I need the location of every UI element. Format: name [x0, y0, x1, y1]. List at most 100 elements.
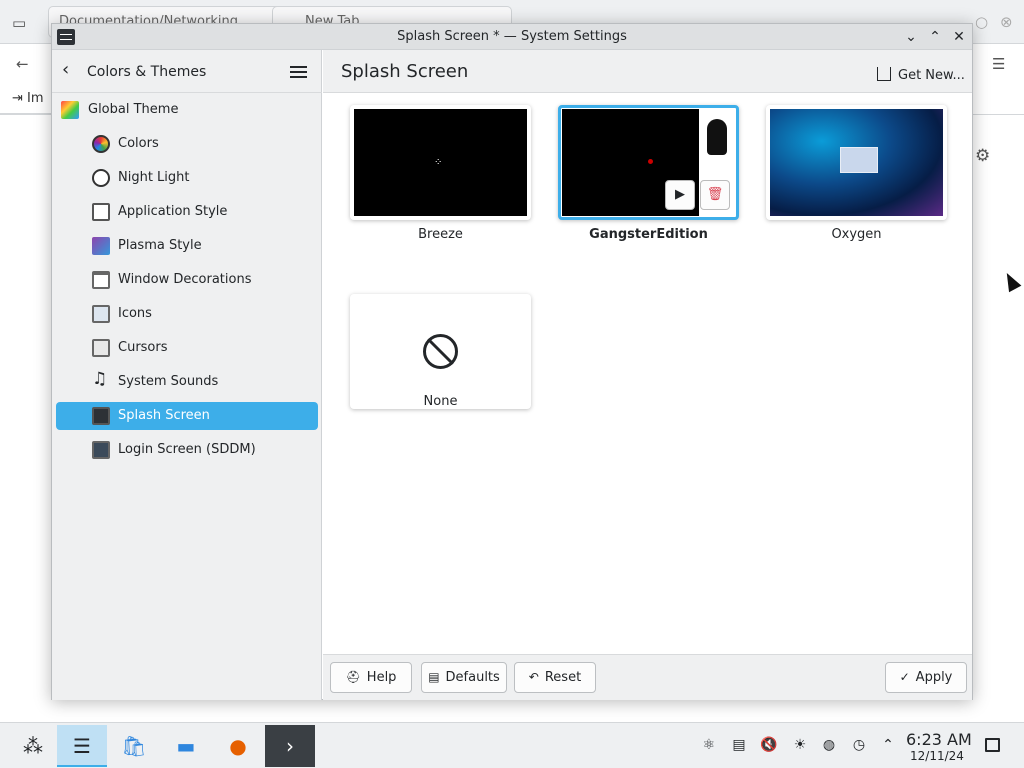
system-settings-icon: ☰	[73, 734, 91, 758]
reset-label: Reset	[544, 670, 582, 685]
hamburger-menu-icon[interactable]	[290, 66, 307, 78]
help-icon: ⛑	[345, 670, 361, 684]
theme-card-none[interactable]	[350, 294, 531, 409]
discover-task[interactable]: 🛍	[109, 725, 159, 767]
gear-icon[interactable]: ⚙	[975, 146, 990, 166]
show-hidden-icons-icon[interactable]: ⌃	[879, 736, 897, 754]
reset-button[interactable]: ↶ Reset	[514, 662, 596, 693]
page-header: Splash Screen Get New...	[323, 50, 972, 93]
minimize-icon[interactable]: ○	[975, 13, 988, 31]
sidebar-item-label: Cursors	[118, 340, 168, 355]
application-style-icon	[92, 203, 110, 221]
network-manager-icon[interactable]: ⚛	[700, 736, 718, 754]
apply-label: Apply	[915, 670, 953, 685]
night-light-icon	[92, 169, 110, 187]
get-new-button[interactable]: Get New...	[873, 63, 969, 85]
clipboard-icon[interactable]: ▤	[730, 736, 748, 754]
cursors-icon	[92, 339, 110, 357]
button-bar: ⛑ Help ▤ Defaults ↶ Reset ✓ Apply	[323, 654, 972, 700]
theme-card-oxygen[interactable]	[766, 105, 947, 220]
sidebar-item-night-light[interactable]: Night Light	[56, 164, 318, 192]
sidebar-item-login-screen[interactable]: Login Screen (SDDM)	[56, 436, 318, 464]
theme-name: None	[423, 394, 458, 409]
checkmark-icon: ✓	[899, 670, 910, 684]
theme-preview	[770, 109, 943, 216]
application-launcher-icon[interactable]: ⁂	[8, 725, 58, 767]
window-title: Splash Screen * — System Settings	[397, 29, 627, 44]
sidebar-item-icons[interactable]: Icons	[56, 300, 318, 328]
main-panel: Splash Screen Get New... ⁘ Breeze ▶ 🗑 Ga…	[323, 50, 972, 700]
sidebar-item-application-style[interactable]: Application Style	[56, 198, 318, 226]
clock-date[interactable]: 12/11/24	[910, 749, 964, 763]
sidebar-item-label: Splash Screen	[118, 408, 210, 423]
close-icon[interactable]: ⊗	[1000, 13, 1013, 31]
sidebar-item-system-sounds[interactable]: ♫ System Sounds	[56, 368, 318, 396]
store-bag-icon: 🛍	[121, 734, 147, 758]
window-decorations-icon	[92, 271, 110, 289]
download-icon	[877, 67, 891, 81]
login-screen-icon	[92, 441, 110, 459]
close-icon: ✕	[953, 29, 965, 45]
folder-icon: ▬	[176, 734, 196, 758]
firefox-icon: ●	[229, 734, 247, 758]
chevron-down-icon: ⌄	[905, 29, 917, 45]
title-bar[interactable]: Splash Screen * — System Settings ⌄ ⌃ ✕	[52, 24, 972, 50]
theme-name: Breeze	[418, 227, 463, 242]
firefox-task[interactable]: ●	[213, 725, 263, 767]
back-button[interactable]: ‹	[62, 61, 69, 79]
get-new-label: Get New...	[898, 68, 965, 83]
sidebar-item-global-theme[interactable]: Global Theme	[56, 96, 318, 124]
sidebar-item-label: Login Screen (SDDM)	[118, 442, 256, 457]
sidebar-item-cursors[interactable]: Cursors	[56, 334, 318, 362]
file-manager-task[interactable]: ▬	[161, 725, 211, 767]
sidebar-item-splash-screen[interactable]: Splash Screen	[56, 402, 318, 430]
theme-name: GangsterEdition	[589, 227, 708, 242]
defaults-label: Defaults	[445, 670, 500, 685]
sidebar-item-plasma-style[interactable]: Plasma Style	[56, 232, 318, 260]
splash-screen-icon	[92, 407, 110, 425]
undo-icon: ↶	[528, 670, 539, 684]
show-desktop-icon[interactable]	[985, 738, 1000, 752]
volume-muted-icon[interactable]: 🔇	[760, 736, 778, 754]
preview-button[interactable]: ▶	[665, 180, 695, 210]
network-icon[interactable]: ◍	[820, 736, 838, 754]
terminal-icon: ›	[286, 734, 294, 758]
music-note-icon: ♫	[92, 369, 108, 389]
icons-icon	[92, 305, 110, 323]
maximize-button[interactable]: ⌃	[925, 27, 945, 47]
document-icon: ▤	[428, 670, 440, 684]
clock-time[interactable]: 6:23 AM	[906, 730, 972, 749]
preview-red-dot	[648, 159, 653, 164]
sidebar-item-colors[interactable]: Colors	[56, 130, 318, 158]
sidebar-item-window-decorations[interactable]: Window Decorations	[56, 266, 318, 294]
sidebar-item-label: Colors	[118, 136, 159, 151]
play-icon: ▶	[675, 187, 685, 202]
sidebar-item-label: Global Theme	[88, 102, 179, 117]
theme-card-breeze[interactable]: ⁘	[350, 105, 531, 220]
help-label: Help	[366, 670, 397, 685]
theme-name: Oxygen	[831, 227, 882, 242]
back-arrow-icon[interactable]: ←	[16, 55, 29, 73]
delete-button[interactable]: 🗑	[700, 180, 730, 210]
close-button[interactable]: ✕	[949, 27, 969, 47]
update-icon[interactable]: ◷	[850, 736, 868, 754]
bookmark-label: Im	[27, 91, 44, 106]
system-settings-task[interactable]: ☰	[57, 725, 107, 767]
tab-list-icon[interactable]: ▭	[12, 14, 26, 32]
spinner-icon: ⁘	[434, 157, 443, 168]
theme-card-gangsteredition[interactable]: ▶ 🗑	[558, 105, 739, 220]
defaults-button[interactable]: ▤ Defaults	[421, 662, 507, 693]
apply-button[interactable]: ✓ Apply	[885, 662, 967, 693]
help-button[interactable]: ⛑ Help	[330, 662, 412, 693]
chevron-left-icon: ‹	[62, 59, 70, 80]
sidebar-item-label: System Sounds	[118, 374, 219, 389]
minimize-button[interactable]: ⌄	[901, 27, 921, 47]
chevron-up-icon: ⌃	[929, 29, 941, 45]
sidebar-header: ‹ Colors & Themes	[52, 50, 322, 93]
brightness-icon[interactable]: ☀	[791, 736, 809, 754]
taskbar: ⁂ ☰ 🛍 ▬ ● › ⚛ ▤ 🔇 ☀ ◍ ◷ ⌃ 6:23 AM 12/11/…	[0, 722, 1024, 768]
terminal-task[interactable]: ›	[265, 725, 315, 767]
page-title: Splash Screen	[341, 61, 469, 82]
menu-icon[interactable]: ☰	[992, 55, 1005, 73]
sidebar-title: Colors & Themes	[87, 64, 207, 80]
